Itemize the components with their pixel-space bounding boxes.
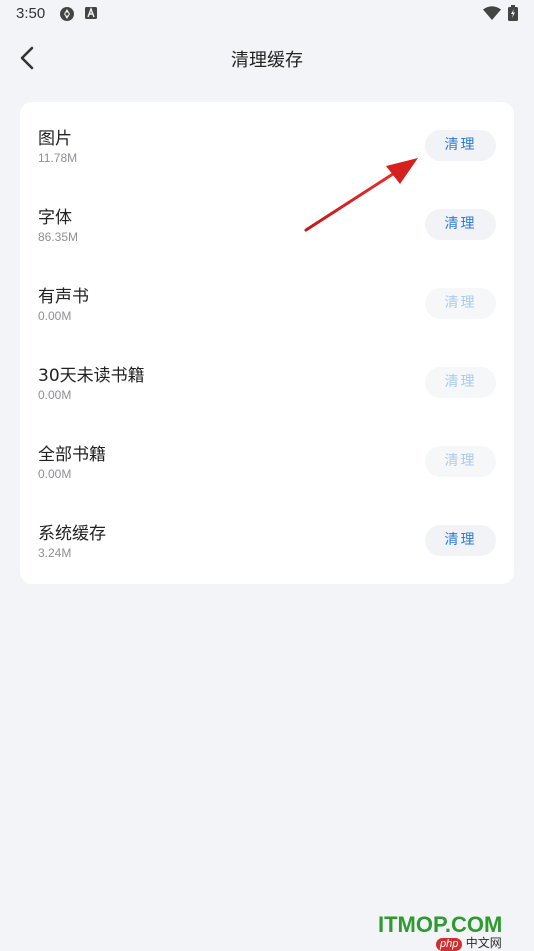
sync-icon: [60, 7, 74, 21]
cache-item-size: 3.24M: [38, 546, 72, 560]
clean-fonts-button[interactable]: 清理: [425, 209, 496, 240]
watermark-subtitle: php 中文网: [436, 934, 502, 951]
watermark: ITMOP.COM php 中文网: [378, 912, 528, 951]
clean-images-button[interactable]: 清理: [425, 130, 496, 161]
battery-icon: [508, 5, 518, 21]
cache-row-images: 图片 11.78M 清理: [20, 102, 514, 181]
cache-item-label: 30天未读书籍: [38, 366, 145, 386]
cache-row-system: 系统缓存 3.24M 清理: [20, 497, 514, 576]
watermark-sub-text: 中文网: [465, 936, 502, 950]
cache-row-audiobooks: 有声书 0.00M 清理: [20, 260, 514, 339]
cache-row-fonts: 字体 86.35M 清理: [20, 181, 514, 260]
cache-item-size: 0.00M: [38, 467, 72, 481]
cache-item-size: 11.78M: [38, 151, 78, 165]
cache-list-card: 图片 11.78M 清理 字体 86.35M 清理 有声书 0.00M 清理 3…: [20, 102, 514, 584]
php-badge: php: [436, 938, 463, 951]
page-title: 清理缓存: [231, 50, 303, 71]
clean-all-books-button[interactable]: 清理: [425, 446, 496, 477]
cache-row-unread-books: 30天未读书籍 0.00M 清理: [20, 339, 514, 418]
cache-item-size: 0.00M: [38, 388, 72, 402]
cache-item-label: 系统缓存: [38, 524, 106, 544]
cache-item-label: 有声书: [38, 287, 89, 307]
clean-unread-books-button[interactable]: 清理: [425, 367, 496, 398]
cache-item-size: 86.35M: [38, 230, 79, 244]
status-time: 3:50: [16, 5, 46, 22]
cache-item-label: 图片: [38, 129, 72, 149]
cache-item-label: 全部书籍: [38, 445, 106, 465]
clean-system-cache-button[interactable]: 清理: [425, 525, 496, 556]
font-app-icon: [85, 7, 97, 19]
status-bar: 3:50: [0, 0, 534, 30]
cache-item-label: 字体: [38, 208, 72, 228]
cache-item-size: 0.00M: [38, 309, 72, 323]
nav-bar: 清理缓存: [0, 30, 534, 86]
clean-audiobooks-button[interactable]: 清理: [425, 288, 496, 319]
wifi-icon: [483, 6, 501, 20]
cache-row-all-books: 全部书籍 0.00M 清理: [20, 418, 514, 497]
